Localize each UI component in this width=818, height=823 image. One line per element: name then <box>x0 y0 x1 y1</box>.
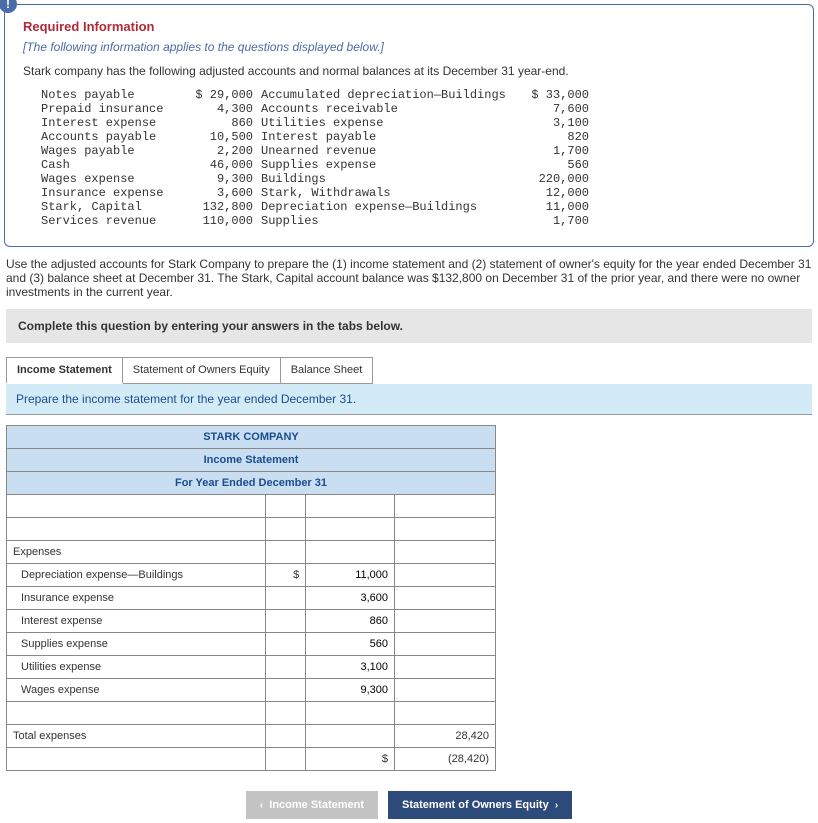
expense-input-utilities[interactable] <box>312 661 388 673</box>
question-paragraph: Use the adjusted accounts for Stark Comp… <box>0 251 818 309</box>
expense-input-depreciation[interactable] <box>312 569 388 581</box>
nav-buttons: ‹ Income Statement Statement of Owners E… <box>0 781 818 823</box>
expense-row-depreciation[interactable]: Depreciation expense—Buildings <box>7 564 266 587</box>
net-prefix: $ <box>306 748 395 771</box>
accounts-table: Notes payable Prepaid insurance Interest… <box>41 88 777 228</box>
prev-button[interactable]: ‹ Income Statement <box>246 791 378 819</box>
total-expenses-value: 28,420 <box>395 725 496 748</box>
sheet-period: For Year Ended December 31 <box>7 472 496 495</box>
expense-input-interest[interactable] <box>312 615 388 627</box>
expense-row-utilities[interactable]: Utilities expense <box>7 656 266 679</box>
tab-balance-sheet[interactable]: Balance Sheet <box>281 357 374 384</box>
sheet-company: STARK COMPANY <box>7 426 496 449</box>
expense-input-insurance[interactable] <box>312 592 388 604</box>
applies-note: [The following information applies to th… <box>23 40 795 54</box>
net-value: (28,420) <box>395 748 496 771</box>
required-info-heading: Required Information <box>23 19 795 34</box>
expense-row-wages[interactable]: Wages expense <box>7 679 266 702</box>
expense-input-wages[interactable] <box>312 684 388 696</box>
expenses-heading: Expenses <box>7 541 266 564</box>
expense-row-interest[interactable]: Interest expense <box>7 610 266 633</box>
alert-icon: ! <box>0 0 17 13</box>
tab-income-statement[interactable]: Income Statement <box>6 357 123 384</box>
tab-owners-equity[interactable]: Statement of Owners Equity <box>123 357 281 384</box>
chevron-left-icon: ‹ <box>260 800 263 811</box>
instruction-bar: Complete this question by entering your … <box>6 309 812 343</box>
expense-input-supplies[interactable] <box>312 638 388 650</box>
info-card: ! Required Information [The following in… <box>4 4 814 247</box>
total-expenses-label: Total expenses <box>7 725 266 748</box>
sheet-report: Income Statement <box>7 449 496 472</box>
tab-strip: Income Statement Statement of Owners Equ… <box>6 357 812 384</box>
intro-text: Stark company has the following adjusted… <box>23 64 795 78</box>
chevron-right-icon: › <box>555 800 558 811</box>
income-statement-sheet: STARK COMPANY Income Statement For Year … <box>6 425 496 771</box>
prepare-instruction: Prepare the income statement for the yea… <box>6 384 812 415</box>
next-button[interactable]: Statement of Owners Equity › <box>388 791 572 819</box>
expense-row-supplies[interactable]: Supplies expense <box>7 633 266 656</box>
expense-row-insurance[interactable]: Insurance expense <box>7 587 266 610</box>
